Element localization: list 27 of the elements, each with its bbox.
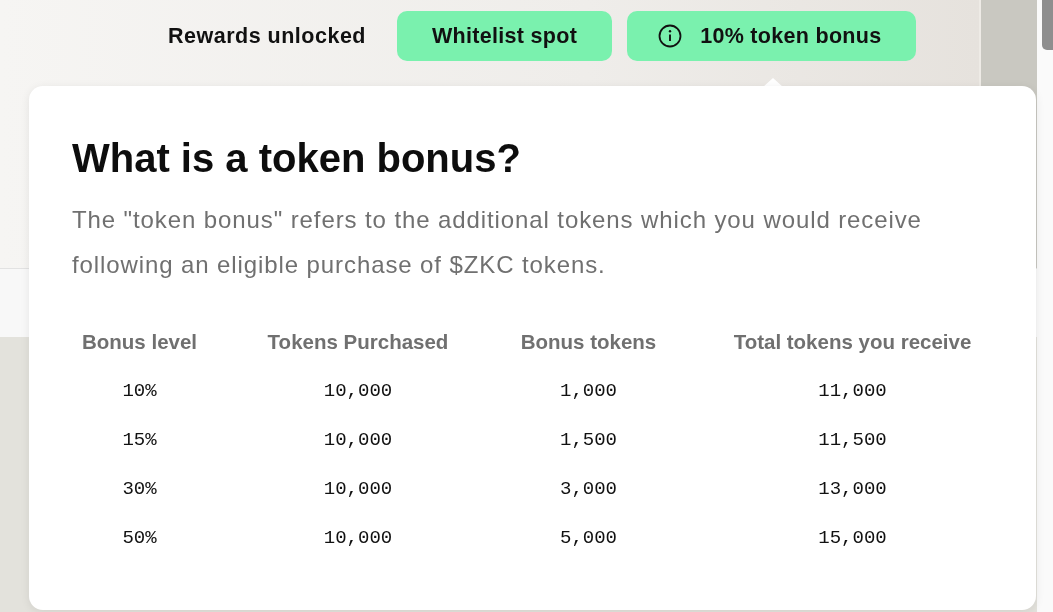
reward-tag: Whitelist spot	[397, 11, 613, 61]
table-cell-text: 10,000	[323, 428, 393, 453]
table-cell-text: 11,500	[818, 428, 887, 453]
reward-tag[interactable]: 10% token bonus	[627, 11, 917, 61]
table-cell-text: 1,500	[560, 428, 617, 453]
scrollbar-thumb[interactable]	[1042, 0, 1053, 50]
table-cell-text: 30%	[122, 477, 157, 502]
table-cell-text: 10%	[122, 379, 157, 404]
table-cell-text: 10,000	[323, 526, 393, 551]
table-cell-text: 1,000	[560, 379, 617, 404]
column-header: Tokens Purchased	[267, 329, 449, 355]
rewards-label: Rewards unlocked	[168, 23, 366, 49]
table-cell-text: 10,000	[323, 379, 393, 404]
table-cell-text: 15,000	[818, 526, 887, 551]
table-cell-text: 10,000	[323, 477, 393, 502]
popover-description: The "token bonus" refers to the additional tokens which you would receive following an eligible purchase of $ZKC tokens.	[72, 205, 923, 280]
table-cell-text: 13,000	[818, 477, 887, 502]
popover-title: What is a token bonus?	[72, 136, 522, 180]
column-header: Total tokens you receive	[733, 329, 972, 355]
table-cell-text: 5,000	[560, 526, 617, 551]
column-header: Bonus tokens	[520, 329, 657, 355]
table-cell-text: 3,000	[560, 477, 617, 502]
info-icon	[658, 24, 683, 48]
table-cell-text: 15%	[122, 428, 157, 453]
table-cell-text: 50%	[122, 526, 157, 551]
table-cell-text: 11,000	[818, 379, 887, 404]
column-header: Bonus level	[81, 329, 198, 355]
